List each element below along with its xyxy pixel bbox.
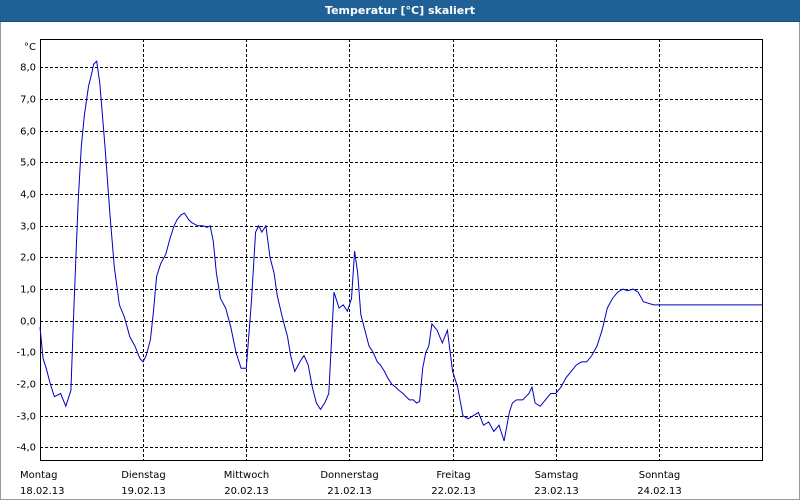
y-tick-label: 3,0 [20, 222, 36, 233]
x-tick-day-label: Freitag [436, 470, 470, 481]
x-axis: Montag 18.02.13 Dienstag 19.02.13 Mittwoch 20… [20, 470, 682, 497]
y-tick-label: -3,0 [16, 412, 36, 423]
y-tick-label: 7,0 [20, 95, 36, 106]
x-tick-date-label: 21.02.13 [327, 486, 372, 497]
x-tick-date-label: 19.02.13 [121, 486, 166, 497]
x-tick-day-label: Montag [20, 470, 57, 481]
y-tick-label: 4,0 [20, 190, 36, 201]
y-tick-label: -2,0 [16, 380, 36, 391]
x-tick-day-label: Sonntag [639, 470, 681, 481]
temperature-chart: 8,0 7,0 6,0 5,0 4,0 3,0 2,0 1,0 0,0 -1,0 -2,0 -3,0 -… [16, 39, 763, 497]
y-tick-label: 5,0 [20, 158, 36, 169]
y-tick-label: 6,0 [20, 127, 36, 138]
y-tick-label: 1,0 [20, 285, 36, 296]
x-tick-date-label: 18.02.13 [20, 486, 65, 497]
x-tick-date-label: 20.02.13 [224, 486, 269, 497]
x-tick-day-label: Samstag [535, 470, 579, 481]
y-axis-unit-label: °C [24, 42, 36, 53]
y-axis: 8,0 7,0 6,0 5,0 4,0 3,0 2,0 1,0 0,0 -1,0 -2,0 -3,0 -… [16, 63, 36, 454]
grid-lines [40, 39, 762, 460]
x-tick-day-label: Donnerstag [320, 470, 378, 481]
x-tick-day-label: Dienstag [121, 470, 166, 481]
y-tick-label: 8,0 [20, 63, 36, 74]
x-tick-day-label: Mittwoch [224, 470, 269, 481]
x-tick-date-label: 23.02.13 [534, 486, 579, 497]
plot-border [40, 39, 763, 461]
x-tick-date-label: 22.02.13 [431, 486, 476, 497]
y-tick-label: 0,0 [20, 317, 36, 328]
y-tick-label: 2,0 [20, 253, 36, 264]
x-tick-date-label: 24.02.13 [637, 486, 682, 497]
y-tick-label: -1,0 [16, 348, 36, 359]
y-tick-label: -4,0 [16, 443, 36, 454]
